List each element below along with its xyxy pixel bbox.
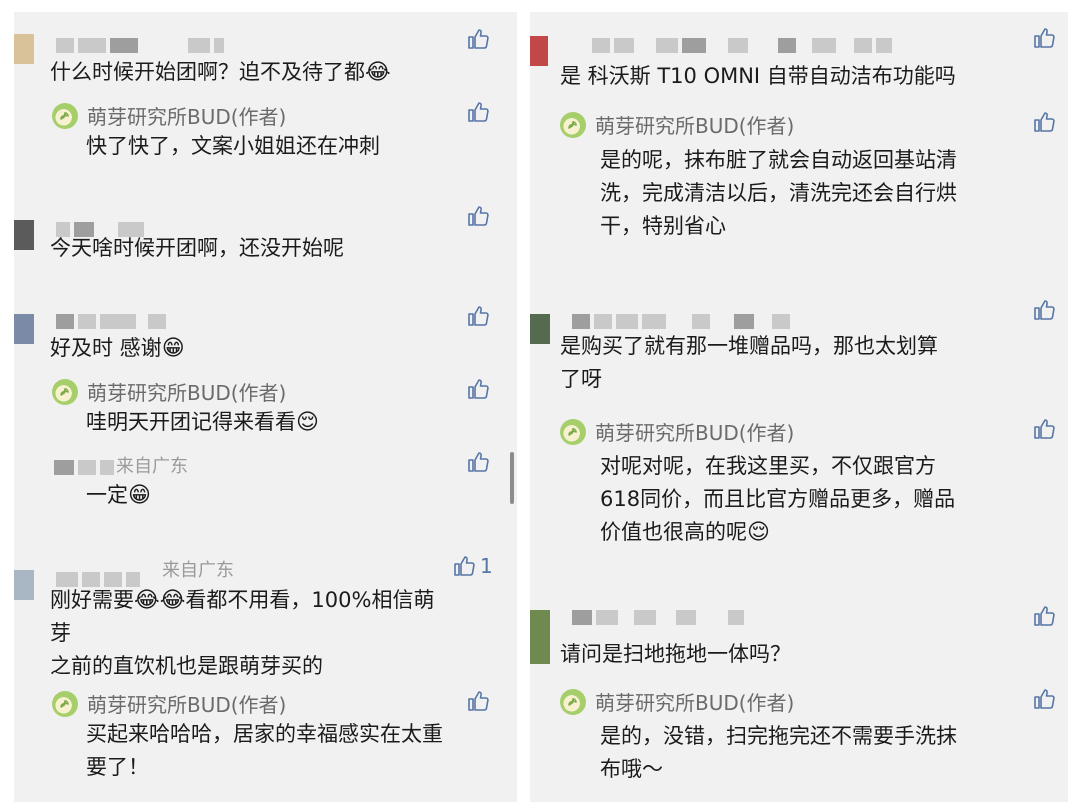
username-blurred[interactable]	[54, 460, 114, 475]
sprout-logo-icon	[52, 102, 78, 129]
scrollbar[interactable]	[510, 452, 514, 504]
like-button[interactable]	[466, 689, 490, 713]
comment-text: 什么时候开始团啊？迫不及待了都😂	[50, 60, 391, 85]
author-reply-header: 萌芽研究所BUD(作者)	[560, 417, 794, 446]
sprout-logo-icon	[52, 378, 78, 405]
like-button[interactable]	[466, 204, 490, 228]
like-button[interactable]	[466, 304, 490, 328]
like-button[interactable]	[1032, 604, 1056, 628]
author-name[interactable]: 萌芽研究所BUD(作者)	[595, 110, 794, 139]
username-blurred[interactable]	[572, 314, 790, 329]
reply-text: 对呢对呢，在我这里买，不仅跟官方 618同价，而且比官方赠品更多，赠品 价值也很…	[600, 454, 956, 545]
like-button[interactable]	[466, 377, 490, 401]
like-button[interactable]	[466, 450, 490, 474]
left-comment-panel: 什么时候开始团啊？迫不及待了都😂 萌芽研究所BUD(作者) 快了快了，文案小姐姐…	[14, 12, 517, 802]
reply-text: 快了快了，文案小姐姐还在冲刺	[86, 134, 380, 158]
reply-text: 一定😁	[86, 483, 151, 508]
relieved-emoji: 😌	[296, 410, 319, 435]
thumbs-up-icon	[466, 100, 490, 124]
laughing-tears-emoji: 😂😂	[134, 588, 186, 613]
avatar[interactable]	[14, 570, 34, 600]
author-name[interactable]: 萌芽研究所BUD(作者)	[87, 101, 286, 130]
comment-text: 好及时 感谢😁	[50, 336, 185, 361]
thumbs-up-icon	[466, 450, 490, 474]
reply-text: 是的呢，抹布脏了就会自动返回基站清 洗，完成清洁以后，清洗完还会自行烘 干，特别…	[600, 148, 957, 238]
author-name[interactable]: 萌芽研究所BUD(作者)	[87, 377, 286, 406]
thumbs-up-icon	[452, 554, 476, 578]
username-blurred[interactable]	[572, 610, 744, 625]
like-button[interactable]	[1032, 687, 1056, 711]
location-label: 来自广东	[162, 560, 234, 581]
thumbs-up-icon	[1032, 687, 1056, 711]
reply-text: 买起来哈哈哈，居家的幸福感实在太重 要了！	[86, 722, 443, 779]
sprout-logo-icon	[52, 690, 78, 717]
grinning-emoji: 😁	[161, 336, 185, 361]
like-button[interactable]	[1032, 417, 1056, 441]
thumbs-up-icon	[466, 377, 490, 401]
author-name[interactable]: 萌芽研究所BUD(作者)	[87, 689, 286, 718]
comment-text: 是购买了就有那一堆赠品吗，那也太划算 了呀	[560, 334, 938, 391]
avatar[interactable]	[530, 314, 550, 344]
thumbs-up-icon	[1032, 110, 1056, 134]
reply-text: 哇明天开团记得来看看😌	[86, 410, 319, 435]
thumbs-up-icon	[466, 689, 490, 713]
author-reply-header: 萌芽研究所BUD(作者)	[52, 377, 286, 406]
thumbs-up-icon	[1032, 417, 1056, 441]
reply-text: 是的，没错，扫完拖完还不需要手洗抹 布哦～	[600, 724, 957, 781]
sprout-logo-icon	[560, 688, 586, 715]
comment-text: 是 科沃斯 T10 OMNI 自带自动洁布功能吗	[560, 64, 956, 88]
author-name[interactable]: 萌芽研究所BUD(作者)	[595, 417, 794, 446]
avatar[interactable]	[14, 34, 34, 64]
author-reply-header: 萌芽研究所BUD(作者)	[560, 110, 794, 139]
like-button[interactable]	[1032, 110, 1056, 134]
like-button[interactable]	[1032, 298, 1056, 322]
comment-text: 刚好需要😂😂看都不用看，100%相信萌 芽 之前的直饮机也是跟萌芽买的	[50, 588, 435, 678]
thumbs-up-icon	[1032, 298, 1056, 322]
comment-text: 今天啥时候开团啊，还没开始呢	[50, 236, 344, 260]
author-name[interactable]: 萌芽研究所BUD(作者)	[595, 687, 794, 716]
avatar[interactable]	[14, 314, 34, 344]
sprout-logo-icon	[560, 418, 586, 445]
grinning-emoji: 😁	[128, 483, 151, 508]
username-blurred[interactable]	[56, 314, 166, 329]
like-button[interactable]	[466, 100, 490, 124]
comment-text: 请问是扫地拖地一体吗？	[560, 642, 791, 666]
avatar[interactable]	[530, 36, 548, 66]
username-blurred[interactable]	[592, 38, 892, 53]
like-count: 1	[480, 554, 493, 578]
location-label: 来自广东	[116, 456, 188, 477]
avatar[interactable]	[14, 220, 34, 250]
thumbs-up-icon	[1032, 26, 1056, 50]
like-button[interactable]: 1	[452, 554, 493, 578]
laughing-tears-emoji: 😂	[365, 60, 391, 85]
right-comment-panel: 是 科沃斯 T10 OMNI 自带自动洁布功能吗 萌芽研究所BUD(作者) 是的…	[530, 12, 1068, 802]
avatar[interactable]	[530, 610, 550, 664]
author-reply-header: 萌芽研究所BUD(作者)	[560, 687, 794, 716]
like-button[interactable]	[466, 27, 490, 51]
sprout-logo-icon	[560, 111, 586, 138]
thumbs-up-icon	[466, 204, 490, 228]
like-button[interactable]	[1032, 26, 1056, 50]
thumbs-up-icon	[466, 304, 490, 328]
thumbs-up-icon	[1032, 604, 1056, 628]
username-blurred[interactable]	[56, 38, 224, 53]
relieved-emoji: 😌	[747, 520, 770, 545]
author-reply-header: 萌芽研究所BUD(作者)	[52, 101, 286, 130]
thumbs-up-icon	[466, 27, 490, 51]
author-reply-header: 萌芽研究所BUD(作者)	[52, 689, 286, 718]
